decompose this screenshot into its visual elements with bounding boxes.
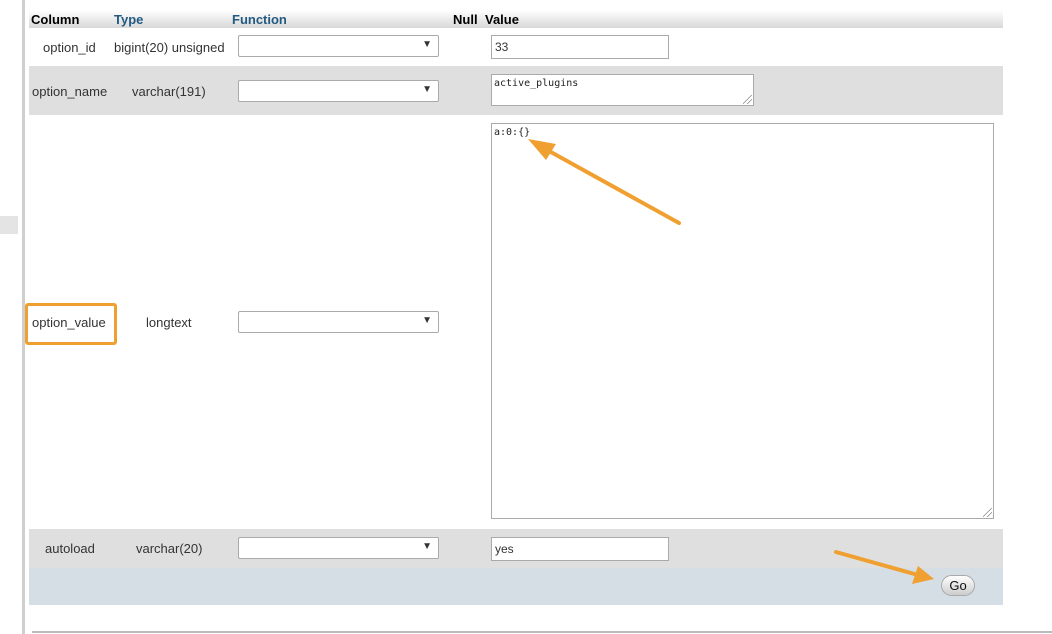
bottom-divider	[32, 631, 1052, 633]
annotation-arrows	[528, 139, 934, 584]
annotation-arrow-icon	[528, 139, 681, 225]
annotation-arrow-icon	[834, 550, 934, 584]
